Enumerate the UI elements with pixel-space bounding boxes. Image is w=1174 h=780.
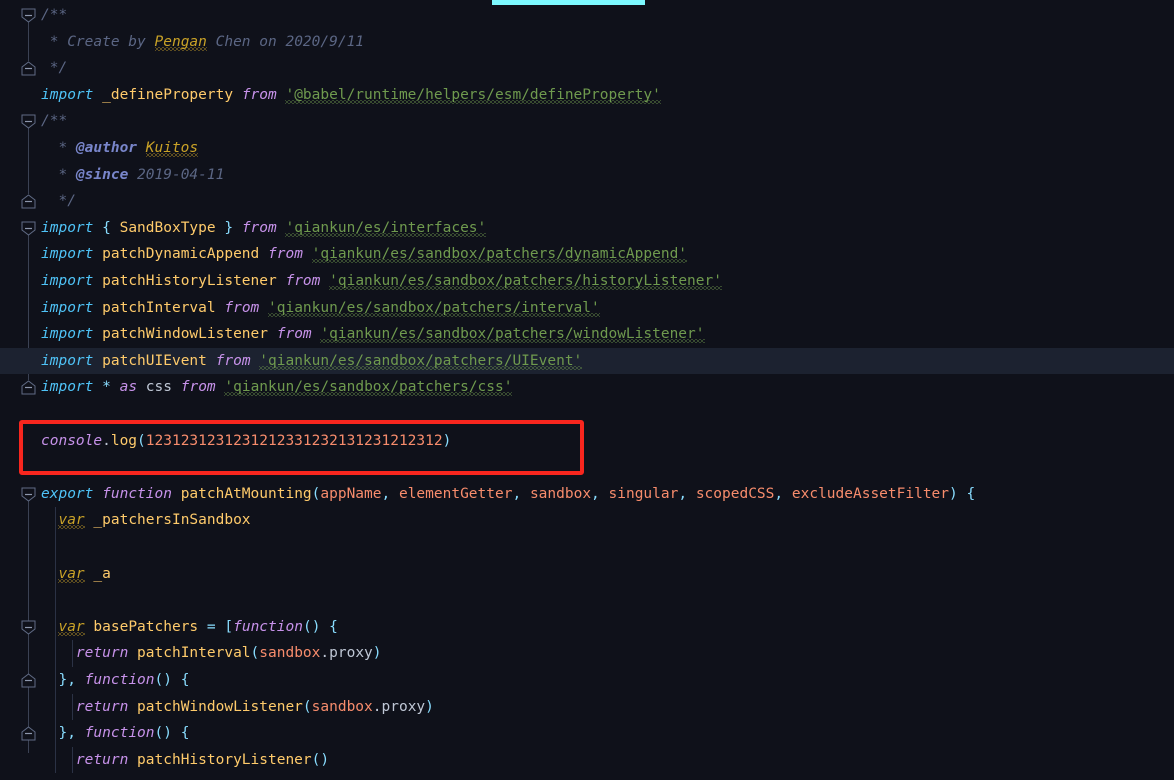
- code-line-17[interactable]: console.log(1231231231231212331232131231…: [0, 428, 1174, 455]
- code-line-text: import patchHistoryListener from 'qianku…: [41, 273, 722, 289]
- code-line-text: console.log(1231231231231212331232131231…: [41, 432, 452, 449]
- code-line-11[interactable]: import patchHistoryListener from 'qianku…: [0, 268, 1174, 295]
- code-line-14[interactable]: import patchUIEvent from 'qiankun/es/san…: [0, 347, 1174, 375]
- code-line-text: import { SandBoxType } from 'qiankun/es/…: [41, 219, 487, 236]
- code-line-4[interactable]: import _defineProperty from '@babel/runt…: [0, 82, 1174, 109]
- code-line-text: import _defineProperty from '@babel/runt…: [41, 86, 661, 103]
- code-line-text: */: [41, 60, 68, 77]
- code-line-19[interactable]: export function patchAtMounting(appName,…: [0, 481, 1174, 508]
- code-line-22[interactable]: var _a: [0, 561, 1174, 588]
- code-line-15[interactable]: import * as css from 'qiankun/es/sandbox…: [0, 374, 1174, 401]
- code-line-text: /**: [41, 7, 68, 23]
- code-line-text: import patchWindowListener from 'qiankun…: [41, 326, 705, 343]
- code-line-10[interactable]: import patchDynamicAppend from 'qiankun/…: [0, 241, 1174, 268]
- code-line-text: */: [41, 193, 76, 210]
- code-line-27[interactable]: return patchWindowListener(sandbox.proxy…: [0, 694, 1174, 721]
- code-line-text: import patchUIEvent from 'qiankun/es/san…: [41, 352, 583, 369]
- code-line-text: }, function() {: [58, 672, 190, 688]
- code-line-7[interactable]: * @since 2019-04-11: [0, 162, 1174, 189]
- code-line-5[interactable]: /**: [0, 108, 1174, 135]
- code-line-16[interactable]: [0, 401, 1174, 428]
- code-line-text: var basePatchers = [function() {: [58, 618, 338, 635]
- code-line-25[interactable]: return patchInterval(sandbox.proxy): [0, 640, 1174, 667]
- code-line-text: import patchInterval from 'qiankun/es/sa…: [41, 299, 600, 316]
- code-line-24[interactable]: var basePatchers = [function() {: [0, 614, 1174, 641]
- code-line-text: var _patchersInSandbox: [58, 512, 251, 529]
- code-line-23[interactable]: [0, 587, 1174, 614]
- code-line-21[interactable]: [0, 534, 1174, 561]
- code-line-text: * Create by Pengan Chen on 2020/9/11: [41, 33, 365, 50]
- code-line-29[interactable]: return patchHistoryListener(): [0, 747, 1174, 774]
- code-line-text: }, function() {: [58, 725, 190, 742]
- code-line-text: return patchHistoryListener(): [75, 751, 330, 768]
- progress-bar: [492, 0, 645, 5]
- code-line-text: import * as css from 'qiankun/es/sandbox…: [41, 379, 513, 396]
- code-line-13[interactable]: import patchWindowListener from 'qiankun…: [0, 321, 1174, 348]
- code-line-26[interactable]: }, function() {: [0, 667, 1174, 694]
- code-line-text: var _a: [58, 565, 111, 582]
- code-line-2[interactable]: * Create by Pengan Chen on 2020/9/11: [0, 29, 1174, 56]
- code-line-20[interactable]: var _patchersInSandbox: [0, 507, 1174, 534]
- code-line-12[interactable]: import patchInterval from 'qiankun/es/sa…: [0, 295, 1174, 322]
- code-line-text: /**: [41, 113, 68, 130]
- code-line-6[interactable]: * @author Kuitos: [0, 135, 1174, 162]
- code-line-text: * @since 2019-04-11: [41, 166, 225, 183]
- code-line-text: return patchWindowListener(sandbox.proxy…: [75, 698, 434, 715]
- code-line-28[interactable]: }, function() {: [0, 720, 1174, 747]
- code-line-9[interactable]: import { SandBoxType } from 'qiankun/es/…: [0, 215, 1174, 242]
- code-line-18[interactable]: [0, 454, 1174, 481]
- code-line-8[interactable]: */: [0, 188, 1174, 215]
- code-lines[interactable]: /** * Create by Pengan Chen on 2020/9/11…: [0, 0, 1174, 780]
- code-line-text: * @author Kuitos: [41, 140, 199, 156]
- code-editor[interactable]: /** * Create by Pengan Chen on 2020/9/11…: [0, 0, 1174, 780]
- code-line-1[interactable]: /**: [0, 2, 1174, 29]
- code-line-text: return patchInterval(sandbox.proxy): [75, 645, 382, 662]
- code-line-text: export function patchAtMounting(appName,…: [41, 485, 976, 502]
- code-line-3[interactable]: */: [0, 55, 1174, 82]
- code-line-text: import patchDynamicAppend from 'qiankun/…: [41, 246, 688, 263]
